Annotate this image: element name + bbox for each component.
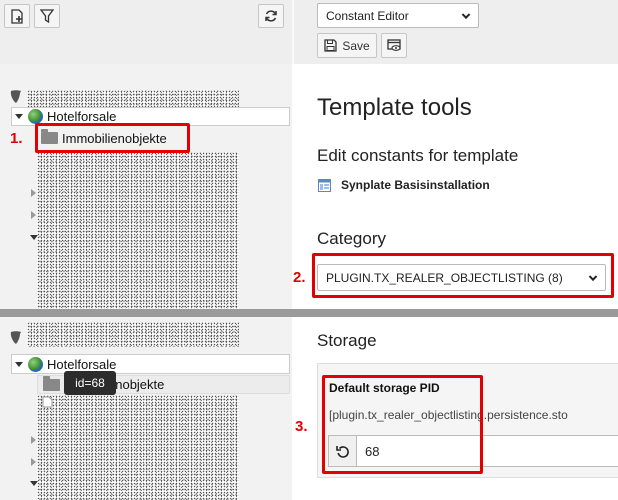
typo3-logo-icon bbox=[10, 331, 21, 344]
caret-down-icon[interactable] bbox=[30, 481, 38, 486]
folder-icon bbox=[43, 375, 60, 391]
function-select-value: Constant Editor bbox=[326, 8, 409, 23]
save-label: Save bbox=[342, 38, 370, 53]
caret-right-icon[interactable] bbox=[31, 211, 36, 219]
function-select[interactable]: Constant Editor bbox=[317, 3, 479, 28]
step-number: 1. bbox=[10, 130, 23, 147]
annotation-box bbox=[322, 375, 483, 474]
caret-right-icon[interactable] bbox=[31, 458, 36, 466]
page-subtitle: Edit constants for template bbox=[317, 146, 519, 165]
tree-node-label: Hotelforsale bbox=[47, 109, 117, 124]
globe-icon bbox=[28, 109, 43, 124]
caret-down-icon bbox=[15, 114, 23, 119]
caret-down-icon[interactable] bbox=[30, 235, 38, 240]
template-name: Synplate Basisinstallation bbox=[341, 178, 490, 192]
filter-button[interactable] bbox=[34, 4, 60, 28]
step-number: 2. bbox=[293, 269, 306, 286]
annotation-box bbox=[35, 123, 190, 153]
top-toolbar bbox=[0, 0, 618, 64]
template-icon bbox=[318, 179, 331, 192]
chevron-down-icon bbox=[461, 10, 471, 19]
page-id-tooltip: id=68 bbox=[64, 371, 116, 395]
tree-node-label: enobjekte bbox=[108, 377, 165, 392]
toolbar-divider bbox=[292, 0, 294, 64]
caret-right-icon[interactable] bbox=[31, 436, 36, 444]
storage-heading: Storage bbox=[317, 331, 377, 350]
save-icon bbox=[324, 39, 337, 52]
page-icon bbox=[42, 396, 53, 408]
annotation-box bbox=[312, 253, 614, 298]
view-page-icon bbox=[387, 39, 401, 51]
view-page-button[interactable] bbox=[381, 33, 407, 58]
tree-node-label: Hotelforsale bbox=[47, 356, 117, 372]
new-page-icon bbox=[11, 8, 23, 24]
new-page-button[interactable] bbox=[4, 4, 30, 28]
caret-right-icon[interactable] bbox=[31, 189, 36, 197]
step-number: 3. bbox=[295, 418, 308, 435]
refresh-button[interactable] bbox=[258, 4, 284, 28]
refresh-icon bbox=[265, 10, 277, 22]
filter-icon bbox=[40, 9, 54, 23]
save-button[interactable]: Save bbox=[317, 33, 377, 58]
typo3-logo-icon bbox=[10, 90, 21, 103]
page-title: Template tools bbox=[317, 94, 472, 121]
blurred-tree-area bbox=[37, 152, 239, 309]
tree-node-root[interactable]: Hotelforsale bbox=[11, 354, 290, 374]
blurred-tree-area bbox=[37, 395, 239, 500]
screenshot-separator bbox=[0, 309, 618, 317]
blurred-tree-area bbox=[27, 90, 239, 108]
blurred-tree-area bbox=[27, 322, 239, 347]
globe-icon bbox=[28, 356, 43, 372]
caret-down-icon bbox=[15, 361, 23, 367]
category-heading: Category bbox=[317, 229, 386, 248]
tooltip-text: id=68 bbox=[75, 376, 105, 390]
